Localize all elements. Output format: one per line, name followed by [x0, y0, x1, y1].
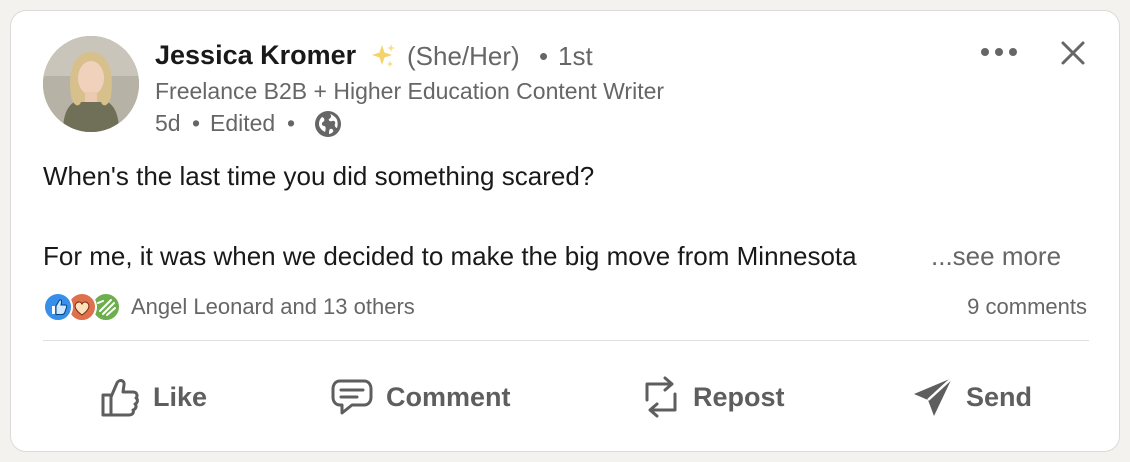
meta-separator: • — [192, 110, 201, 136]
author-pronouns: (She/Her) — [407, 41, 520, 71]
post-time[interactable]: 5d — [155, 110, 181, 137]
like-reaction-icon — [43, 292, 73, 322]
thumbs-up-icon — [101, 379, 139, 417]
post-text-line: When's the last time you did something s… — [43, 161, 595, 191]
like-button[interactable]: Like — [99, 361, 207, 433]
author-headline: Freelance B2B + Higher Education Content… — [155, 78, 665, 104]
sparkle-icon — [372, 44, 395, 67]
author-name[interactable]: Jessica Kromer — [155, 40, 356, 71]
send-label: Send — [966, 381, 1033, 412]
divider — [43, 340, 1089, 341]
repost-button[interactable]: Repost — [641, 361, 785, 433]
more-options-button[interactable] — [973, 37, 1025, 67]
see-more-link[interactable]: ...see more — [931, 241, 1061, 272]
like-label: Like — [153, 381, 208, 412]
comment-button[interactable]: Comment — [330, 361, 511, 433]
repost-label: Repost — [693, 381, 785, 412]
reactions-summary[interactable]: Angel Leonard and 13 others — [131, 294, 415, 320]
repost-icon — [645, 376, 677, 418]
post-text-line: For me, it was when we decided to make t… — [43, 241, 857, 271]
edited-label: Edited — [210, 110, 276, 136]
comment-icon — [331, 379, 373, 415]
feed-post-card: Jessica Kromer (She/Her) • 1st Freelance… — [10, 10, 1120, 452]
comments-count[interactable]: 9 comments — [967, 294, 1087, 320]
globe-icon — [315, 111, 341, 137]
send-button[interactable]: Send — [912, 361, 1032, 433]
comment-label: Comment — [386, 381, 511, 412]
close-button[interactable] — [1055, 35, 1091, 71]
author-avatar[interactable] — [43, 36, 139, 132]
degree-separator: • — [539, 41, 549, 71]
meta-separator: • — [287, 110, 296, 136]
send-icon — [914, 377, 953, 416]
reactions-icons[interactable] — [43, 291, 123, 323]
connection-degree: 1st — [558, 41, 593, 71]
